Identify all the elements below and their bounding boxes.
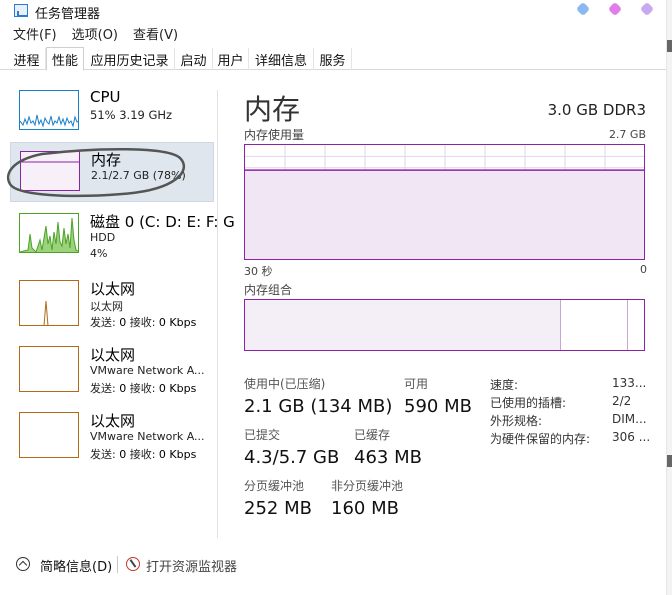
menu-bar: 文件(F) 选项(O) 查看(V)	[0, 24, 180, 44]
sidebar-sub: VMware Network A...	[90, 364, 205, 377]
pen-pink-icon[interactable]	[607, 1, 623, 17]
sidebar-sub: 51% 3.19 GHz	[90, 108, 173, 122]
less-details-link[interactable]: 简略信息(D)	[40, 556, 112, 575]
stat-available-label: 可用	[404, 377, 429, 391]
tab-services[interactable]: 服务	[314, 48, 352, 70]
edge-marker	[667, 455, 672, 467]
usage-graph-max: 2.7 GB	[608, 128, 646, 141]
stat-cached-label: 已缓存	[354, 428, 391, 442]
window-title: 任务管理器	[35, 7, 101, 22]
info-speed-label: 速度:	[490, 378, 519, 392]
memory-composition-bar	[244, 299, 645, 351]
sidebar-sub: HDD	[90, 231, 116, 244]
menu-file[interactable]: 文件(F)	[13, 24, 57, 44]
ethernet-thumbnail	[19, 346, 79, 392]
stat-committed-value: 4.3/5.7 GB	[244, 447, 340, 468]
resource-monitor-icon[interactable]	[126, 557, 140, 571]
edge-marker	[667, 40, 672, 52]
tab-app-history[interactable]: 应用历史记录	[85, 48, 175, 70]
sidebar-throughput: 发送: 0 接收: 0 Kbps	[90, 382, 197, 395]
pane-divider[interactable]	[217, 90, 218, 538]
info-reserved-value: 306 ...	[612, 430, 651, 444]
compose-label: 内存组合	[244, 283, 293, 297]
info-form-factor-label: 外形规格:	[490, 414, 543, 428]
menu-view[interactable]: 查看(V)	[133, 24, 178, 44]
pen-blue-icon[interactable]	[575, 1, 591, 17]
sidebar-sub: VMware Network A...	[90, 430, 205, 443]
sidebar-title: 以太网	[90, 346, 136, 364]
stat-paged-label: 分页缓冲池	[244, 479, 305, 493]
stat-available-value: 590 MB	[404, 396, 472, 417]
hand-drawn-circle-annotation	[7, 148, 186, 198]
composition-in-use	[245, 300, 561, 350]
sidebar-throughput: 发送: 0 接收: 0 Kbps	[90, 448, 197, 461]
sidebar-title: CPU	[90, 88, 121, 106]
pen-toolbar	[575, 1, 655, 17]
usage-graph-label: 内存使用量	[244, 128, 305, 142]
sidebar-title: 以太网	[90, 412, 136, 430]
stat-nonpaged-value: 160 MB	[331, 498, 399, 519]
memory-spec: 3.0 GB DDR3	[547, 101, 646, 119]
page-title: 内存	[244, 93, 301, 126]
title-bar: 任务管理器	[0, 0, 672, 22]
graph-time-left: 30 秒	[244, 265, 273, 278]
sidebar-item-ethernet-3[interactable]: 以太网 VMware Network A... 发送: 0 接收: 0 Kbps	[10, 404, 214, 464]
graph-time-right: 0	[640, 263, 647, 276]
sidebar-item-disk[interactable]: 磁盘 0 (C: D: E: F: G HDD 4%	[10, 205, 235, 265]
footer-separator	[117, 556, 118, 573]
open-resource-monitor-link[interactable]: 打开资源监视器	[146, 556, 237, 575]
sidebar-sub2: 4%	[90, 247, 108, 260]
footer-bar: 简略信息(D) 打开资源监视器	[0, 550, 672, 580]
cpu-thumbnail	[19, 90, 79, 130]
disk-thumbnail	[19, 213, 79, 253]
task-manager-icon	[14, 4, 28, 17]
tab-users[interactable]: 用户	[213, 48, 249, 70]
sidebar-item-ethernet-1[interactable]: 以太网 以太网 发送: 0 接收: 0 Kbps	[10, 272, 214, 332]
sidebar-item-memory[interactable]: 内存 2.1/2.7 GB (78%)	[7, 142, 214, 202]
window-right-edge	[666, 0, 672, 595]
menu-options[interactable]: 选项(O)	[72, 24, 118, 44]
stat-committed-label: 已提交	[244, 428, 281, 442]
ethernet-thumbnail	[19, 412, 79, 458]
tab-details[interactable]: 详细信息	[249, 48, 314, 70]
memory-usage-graph	[244, 144, 645, 260]
stat-in-use-label: 使用中(已压缩)	[244, 377, 326, 391]
sidebar-throughput: 发送: 0 接收: 0 Kbps	[90, 316, 197, 329]
sidebar-sub: 以太网	[90, 300, 123, 313]
memory-usage-chart	[245, 145, 644, 259]
info-slots-value: 2/2	[612, 394, 632, 408]
sidebar-item-ethernet-2[interactable]: 以太网 VMware Network A... 发送: 0 接收: 0 Kbps	[10, 338, 214, 398]
chevron-up-icon[interactable]	[16, 557, 30, 571]
stat-cached-value: 463 MB	[354, 447, 422, 468]
info-reserved-label: 为硬件保留的内存:	[490, 432, 591, 446]
tab-bar: 进程 性能 应用历史记录 启动 用户 详细信息 服务	[0, 47, 672, 71]
sidebar-title: 磁盘 0 (C: D: E: F: G	[90, 213, 235, 231]
sidebar-item-cpu[interactable]: CPU 51% 3.19 GHz	[10, 82, 214, 142]
stat-in-use-value: 2.1 GB (134 MB)	[244, 396, 393, 417]
composition-divider	[627, 300, 628, 350]
tab-startup[interactable]: 启动	[175, 48, 213, 70]
stat-nonpaged-label: 非分页缓冲池	[331, 479, 404, 493]
stat-paged-value: 252 MB	[244, 498, 312, 519]
pen-purple-icon[interactable]	[639, 1, 655, 17]
memory-usage-fill	[245, 170, 644, 259]
tab-performance[interactable]: 性能	[46, 47, 84, 71]
info-slots-label: 已使用的插槽:	[490, 396, 567, 410]
info-form-factor-value: DIM...	[612, 412, 647, 426]
info-speed-value: 133...	[612, 376, 647, 390]
sidebar-title: 以太网	[90, 280, 136, 298]
tab-processes[interactable]: 进程	[8, 48, 46, 70]
ethernet-thumbnail	[19, 280, 79, 326]
